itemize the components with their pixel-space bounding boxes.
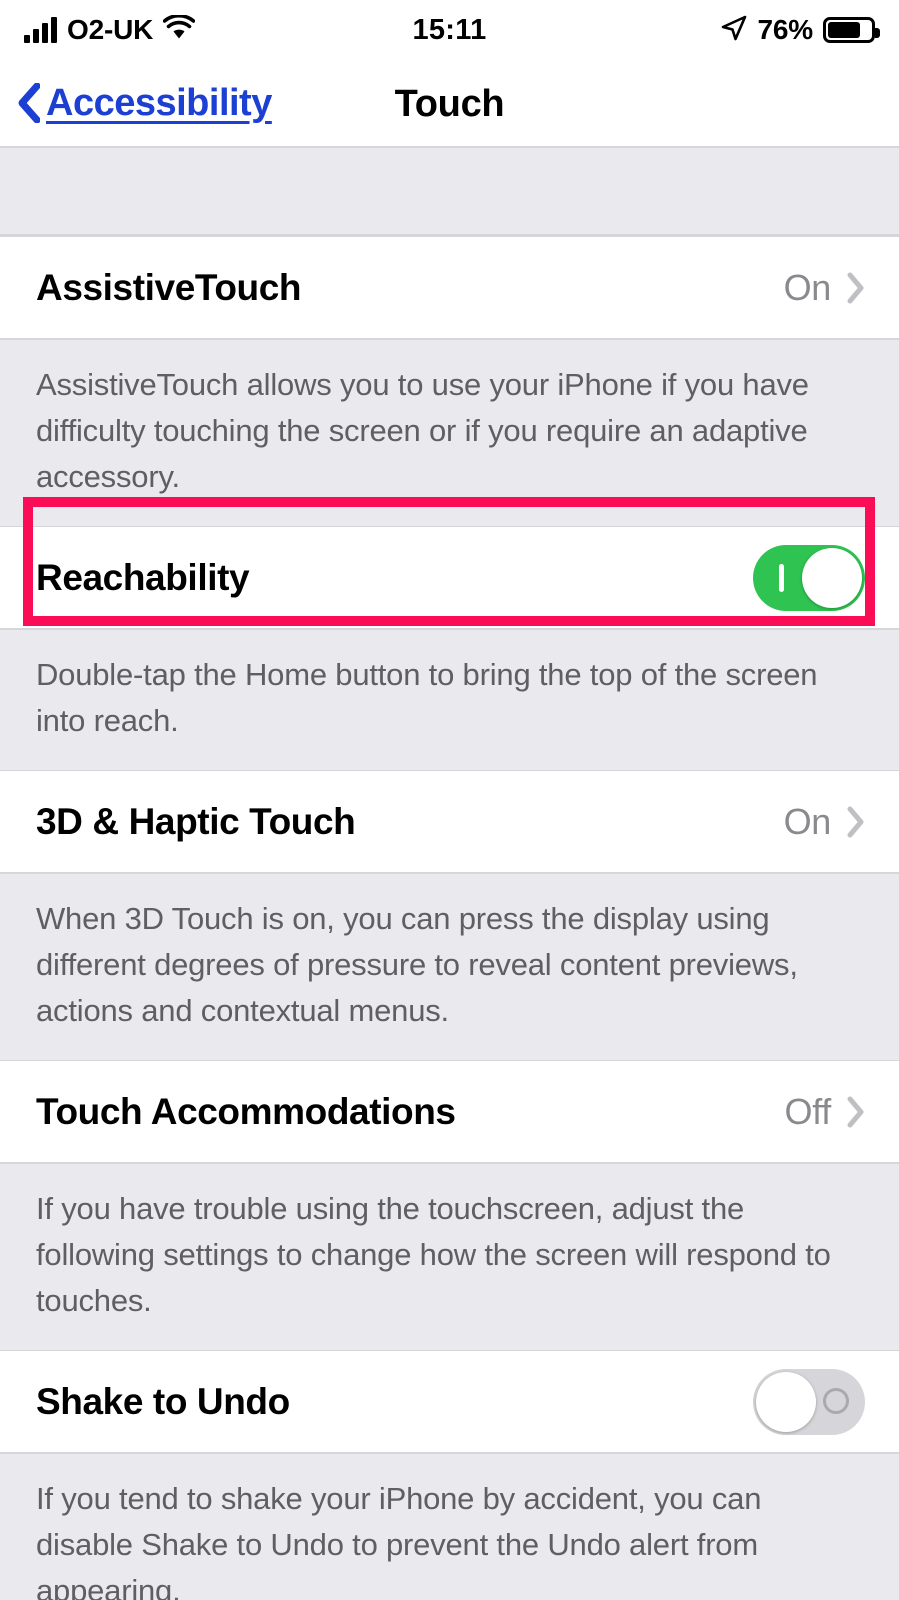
status-bar-right: 76% [720,14,880,47]
reachability-group: Reachability [0,497,899,630]
chevron-right-icon [847,272,865,304]
shake-to-undo-toggle[interactable] [753,1368,865,1435]
toggle-off-mark-icon [823,1387,849,1414]
chevron-left-icon [18,82,41,124]
row-label: Shake to Undo [36,1380,290,1422]
row-label: AssistiveTouch [36,266,302,308]
toggle-on-mark-icon [779,563,784,592]
row-value: On [783,266,832,308]
row-3d-haptic-touch[interactable]: 3D & Haptic Touch On [0,770,899,874]
location-arrow-icon [720,14,748,47]
status-bar-left: O2-UK [24,13,196,46]
signal-bars-icon [24,17,57,43]
row-assistivetouch[interactable]: AssistiveTouch On [0,236,899,340]
settings-list: AssistiveTouch On AssistiveTouch allows … [0,148,899,1600]
row-label: 3D & Haptic Touch [36,800,356,842]
row-accessory: On [784,801,865,843]
footer-touch-accommodations: If you have trouble using the touchscree… [0,1164,899,1350]
chevron-right-icon [847,806,865,838]
reachability-toggle[interactable] [753,544,865,611]
status-bar: O2-UK 15:11 76% [0,0,899,60]
navigation-bar: Accessibility Touch [0,60,899,148]
battery-icon [823,17,880,43]
row-touch-accommodations[interactable]: Touch Accommodations Off [0,1060,899,1164]
list-top-spacer [0,148,899,236]
row-value: Off [784,1090,832,1132]
footer-assistivetouch: AssistiveTouch allows you to use your iP… [0,340,899,526]
battery-percent-label: 76% [757,14,814,45]
back-button-label: Accessibility [46,81,272,124]
settings-touch-screen: O2-UK 15:11 76% Accessibility Touch Assi… [0,0,899,1600]
toggle-knob [756,1371,816,1432]
footer-shake-to-undo: If you tend to shake your iPhone by acci… [0,1454,899,1600]
row-accessory: Off [785,1091,865,1133]
back-button[interactable]: Accessibility [0,82,272,125]
carrier-label: O2-UK [67,14,154,45]
footer-reachability: Double-tap the Home button to bring the … [0,630,899,770]
toggle-knob [802,547,862,608]
row-shake-to-undo[interactable]: Shake to Undo [0,1350,899,1454]
footer-3d-haptic-touch: When 3D Touch is on, you can press the d… [0,874,899,1060]
wifi-icon [162,13,196,46]
row-reachability[interactable]: Reachability [0,526,899,630]
row-label: Touch Accommodations [36,1090,456,1132]
row-accessory: On [784,267,865,309]
row-label: Reachability [36,556,250,598]
row-value: On [783,800,832,842]
chevron-right-icon [847,1096,865,1128]
clock-label: 15:11 [412,13,487,46]
